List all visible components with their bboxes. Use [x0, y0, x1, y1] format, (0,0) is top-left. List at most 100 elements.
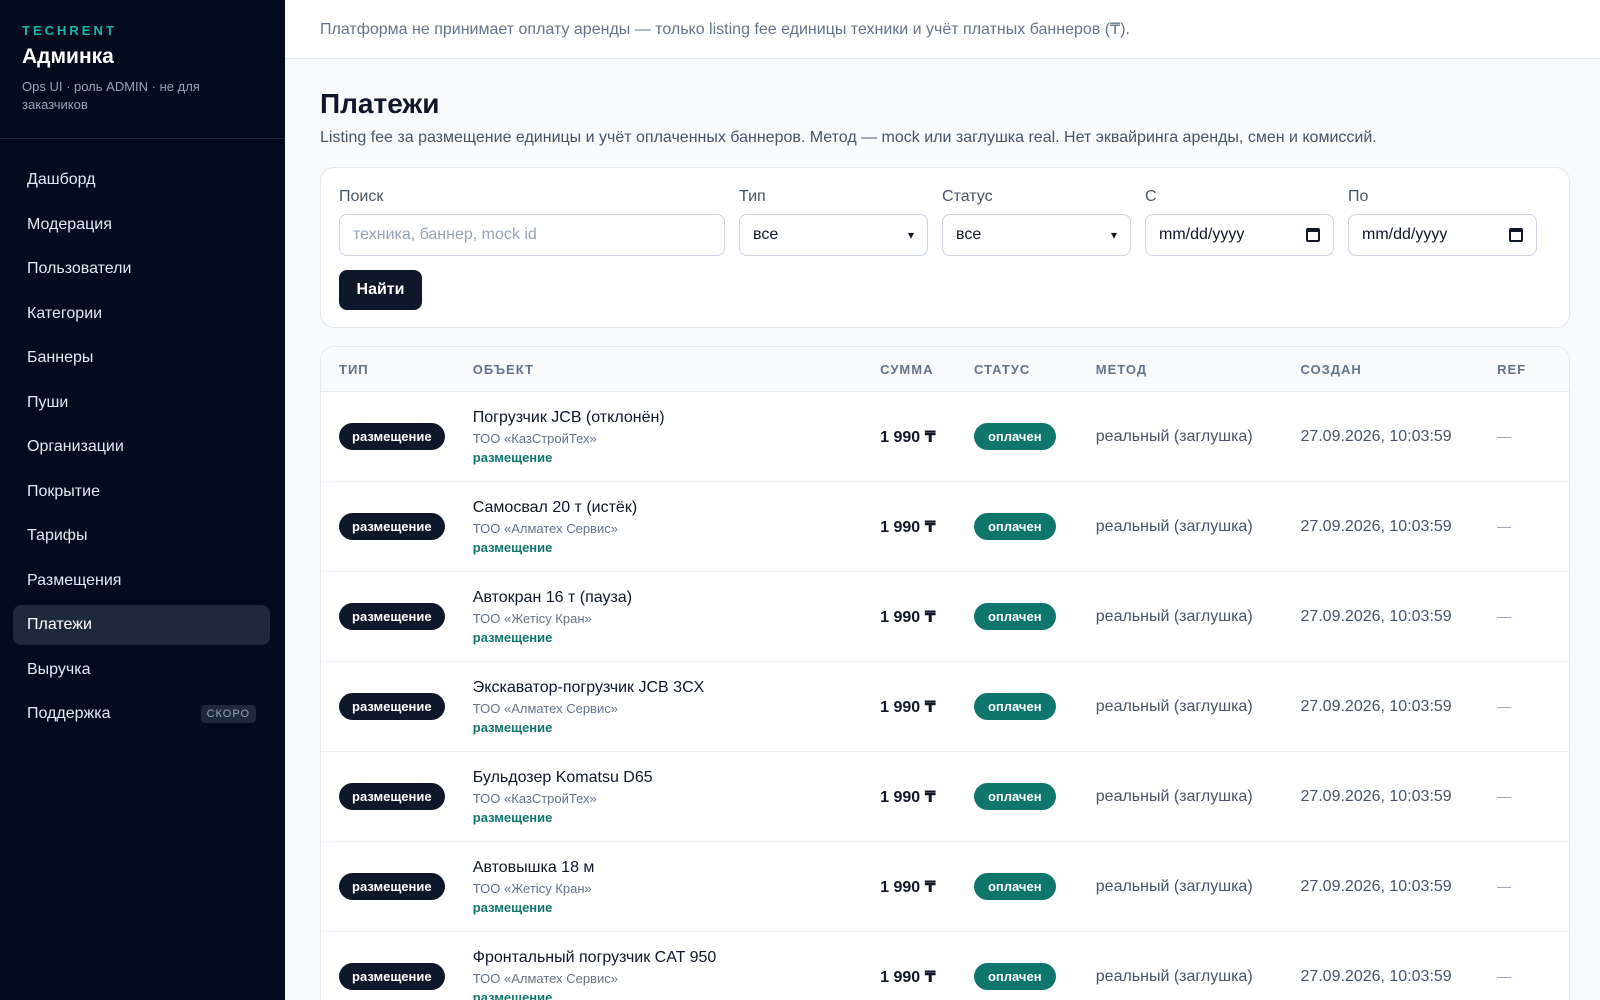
sidebar-item[interactable]: Выручка: [13, 650, 270, 690]
column-header-method[interactable]: МЕТОД: [1096, 362, 1301, 377]
table-row[interactable]: размещение Самосвал 20 т (истёк) ТОО «Алма…: [321, 482, 1569, 572]
object-kind-link[interactable]: размещение: [473, 540, 880, 555]
sidebar-item-label: Баннеры: [27, 349, 94, 366]
amount: 1 990 ₸: [880, 698, 936, 716]
status-select-value: все: [956, 226, 982, 243]
method: реальный (заглушка): [1095, 787, 1253, 805]
main: Платформа не принимает оплату аренды — т…: [285, 0, 1600, 1000]
status-select[interactable]: все ▾: [942, 214, 1131, 256]
search-input[interactable]: техника, баннер, mock id: [339, 214, 725, 256]
object-org: ТОО «Жетісу Кран»: [472, 610, 592, 626]
table-row[interactable]: размещение Бульдозер Komatsu D65 ТОО «КазС…: [321, 752, 1569, 842]
sidebar-item-label: Покрытие: [27, 482, 100, 500]
table-body: размещение Погрузчик JCB (отклонён) ТОО «К…: [321, 392, 1569, 1000]
type-badge: размещение: [339, 873, 445, 900]
sidebar-item[interactable]: Дашборд: [13, 160, 270, 200]
calendar-icon[interactable]: [1509, 228, 1523, 242]
sidebar-item[interactable]: Баннеры: [13, 338, 270, 378]
method: реальный (заглушка): [1095, 517, 1253, 535]
ref: —: [1497, 697, 1512, 714]
column-header-amount[interactable]: СУММА: [880, 362, 974, 377]
sidebar-item-label: Пуши: [27, 393, 69, 411]
status-badge: оплачен: [973, 783, 1056, 810]
column-header-ref[interactable]: REF: [1497, 362, 1569, 377]
created-at: 27.09.2026, 10:03:59: [1300, 877, 1452, 895]
type-select[interactable]: все ▾: [739, 214, 928, 256]
sidebar-item[interactable]: Платежи: [13, 605, 270, 645]
from-label: С: [1145, 188, 1157, 205]
sidebar-item-label: Модерация: [27, 215, 112, 233]
created-at: 27.09.2026, 10:03:59: [1300, 697, 1452, 715]
table-row[interactable]: размещение Фронтальный погрузчик CAT 950 Т…: [321, 932, 1569, 1000]
object-title[interactable]: Фронтальный погрузчик CAT 950: [473, 949, 880, 967]
sidebar-item[interactable]: Категории: [13, 294, 270, 334]
object-title[interactable]: Автовышка 18 м: [473, 859, 880, 877]
payments-table: ТИП ОБЪЕКТ СУММА СТАТУС МЕТОД СОЗДАН REF…: [320, 346, 1570, 1000]
object-title[interactable]: Автокран 16 т (пауза): [473, 589, 880, 607]
brand-title: Админка: [22, 45, 114, 68]
column-header-object[interactable]: ОБЪЕКТ: [473, 362, 880, 377]
object-kind-link[interactable]: размещение: [473, 720, 880, 735]
object-title[interactable]: Погрузчик JCB (отклонён): [473, 409, 880, 427]
from-date-input[interactable]: mm/dd/yyyy: [1145, 214, 1334, 256]
sidebar-item[interactable]: Покрытие: [13, 472, 270, 512]
to-field: По mm/dd/yyyy: [1348, 188, 1537, 256]
search-field: Поиск техника, баннер, mock id: [339, 188, 725, 256]
calendar-icon[interactable]: [1306, 228, 1320, 242]
object-title[interactable]: Самосвал 20 т (истёк): [473, 499, 880, 517]
table-row[interactable]: размещение Автокран 16 т (пауза) ТОО «Жеті…: [321, 572, 1569, 662]
created-at: 27.09.2026, 10:03:59: [1300, 787, 1452, 805]
object-title[interactable]: Экскаватор-погрузчик JCB 3CX: [473, 679, 880, 697]
status-badge: оплачен: [973, 693, 1056, 720]
column-header-status[interactable]: СТАТУС: [974, 362, 1096, 377]
sidebar-item-label: Категории: [27, 304, 103, 322]
table-row[interactable]: размещение Экскаватор-погрузчик JCB 3CX ТО…: [321, 662, 1569, 752]
column-header-created[interactable]: СОЗДАН: [1300, 362, 1497, 377]
created-at: 27.09.2026, 10:03:59: [1300, 607, 1452, 625]
method: реальный (заглушка): [1095, 697, 1253, 715]
object-kind-link[interactable]: размещение: [473, 810, 880, 825]
amount: 1 990 ₸: [880, 968, 936, 986]
created-at: 27.09.2026, 10:03:59: [1300, 967, 1452, 985]
type-badge: размещение: [339, 693, 445, 720]
sidebar-item[interactable]: Тарифы: [13, 516, 270, 556]
brand-subtitle: Ops UI · роль ADMIN · не для заказчиков: [22, 79, 200, 112]
object-kind-link[interactable]: размещение: [473, 990, 880, 1000]
chevron-down-icon: ▾: [907, 228, 914, 242]
table-row[interactable]: размещение Автовышка 18 м ТОО «Жетісу Кран…: [321, 842, 1569, 932]
sidebar-item-label: Размещения: [27, 571, 122, 589]
soon-badge: СКОРО: [200, 705, 256, 723]
filter-card: Поиск техника, баннер, mock id Тип все ▾…: [320, 167, 1570, 328]
object-org: ТОО «Алматех Сервис»: [472, 970, 618, 986]
table-row[interactable]: размещение Погрузчик JCB (отклонён) ТОО «К…: [321, 392, 1569, 482]
object-kind-link[interactable]: размещение: [473, 450, 880, 465]
sidebar-item[interactable]: Размещения: [13, 561, 270, 601]
sidebar-item[interactable]: Организации: [13, 427, 270, 467]
to-date-value: mm/dd/yyyy: [1362, 226, 1448, 243]
type-badge: размещение: [339, 963, 445, 990]
method: реальный (заглушка): [1095, 607, 1253, 625]
sidebar-item-label: Платежи: [27, 616, 92, 633]
sidebar-item[interactable]: Модерация: [13, 205, 270, 245]
object-org: ТОО «КазСтройТех»: [472, 790, 597, 806]
to-date-input[interactable]: mm/dd/yyyy: [1348, 214, 1537, 256]
from-date-value: mm/dd/yyyy: [1159, 226, 1245, 243]
search-button[interactable]: Найти: [339, 270, 422, 310]
object-title[interactable]: Бульдозер Komatsu D65: [473, 769, 880, 787]
status-badge: оплачен: [973, 513, 1056, 540]
brand-tag: TECHRENT: [22, 23, 117, 38]
sidebar: TECHRENT Админка Ops UI · роль ADMIN · н…: [0, 0, 285, 1000]
method: реальный (заглушка): [1095, 877, 1253, 895]
sidebar-item[interactable]: Пуши: [13, 383, 270, 423]
sidebar-item-label: Тарифы: [27, 527, 88, 544]
column-header-type[interactable]: ТИП: [321, 362, 473, 377]
object-kind-link[interactable]: размещение: [473, 900, 880, 915]
sidebar-item-label: Организации: [27, 438, 124, 455]
sidebar-item-label: Поддержка: [27, 705, 111, 722]
sidebar-item-label: Выручка: [27, 660, 91, 678]
object-org: ТОО «Алматех Сервис»: [472, 700, 618, 716]
object-kind-link[interactable]: размещение: [473, 630, 880, 645]
sidebar-item[interactable]: Поддержка СКОРО: [13, 694, 270, 734]
created-at: 27.09.2026, 10:03:59: [1300, 517, 1452, 535]
sidebar-item[interactable]: Пользователи: [13, 249, 270, 289]
